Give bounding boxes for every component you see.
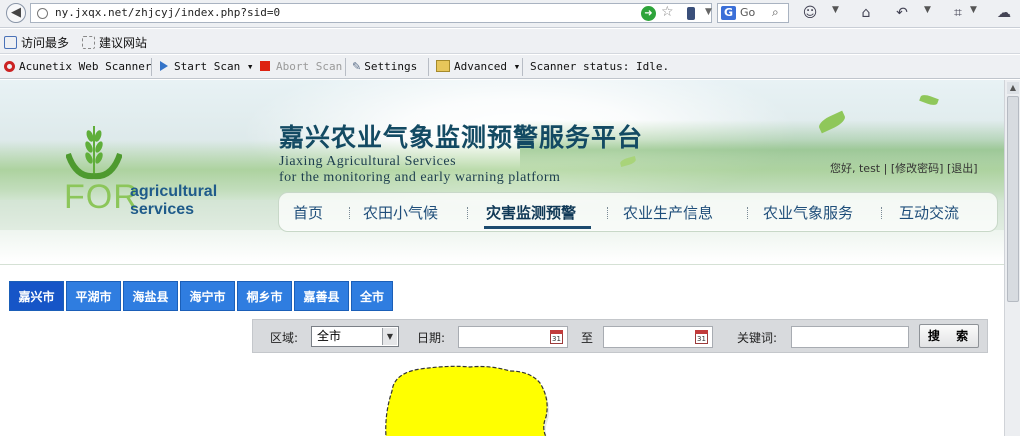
chevron-down-icon[interactable]: ▼ [924,5,931,15]
tab-all-city[interactable]: 全市 [351,281,393,311]
user-greeting: 您好, test [830,162,881,175]
tab-haining[interactable]: 海宁市 [180,281,235,311]
browser-toolbar: ◀ ny.jxqx.net/zhjcyj/index.php?sid=0 ➜ ☆… [0,0,1020,28]
change-password-link[interactable]: [修改密码] [891,162,944,175]
acunetix-logo[interactable]: Acunetix Web Scanner [4,60,151,73]
go-icon[interactable]: ➜ [641,6,656,21]
url-text: ny.jxqx.net/zhjcyj/index.php?sid=0 [55,6,281,19]
start-date-input[interactable]: 31 [458,326,568,348]
tab-tongxiang[interactable]: 桐乡市 [237,281,292,311]
wrench-icon: ✎ [352,60,362,73]
main-content: 嘉兴市 平湖市 海盐县 海宁市 桐乡市 嘉善县 全市 区域: 全市 ▼ 日期: … [0,264,1004,436]
crop-icon[interactable]: ⌗ [948,3,968,23]
home-icon[interactable]: ⌂ [856,3,876,23]
address-bar[interactable]: ny.jxqx.net/zhjcyj/index.php?sid=0 ➜ ☆ ▼… [30,3,732,23]
keyword-input[interactable] [791,326,909,348]
user-bar: 您好, test | [修改密码] [退出] [830,162,978,175]
bookmark-star-icon[interactable]: ☆ [661,4,674,20]
to-label: 至 [581,331,594,345]
acunetix-icon [4,61,15,72]
search-placeholder: Go [740,6,756,19]
advanced-icon [436,60,450,72]
search-engine-icon[interactable]: G [721,6,736,20]
nav-interaction[interactable]: 互动交流 [899,202,959,223]
play-icon [160,61,168,71]
chevron-down-icon[interactable]: ▼ [832,5,839,15]
bookmark-most-visited[interactable]: 访问最多 [4,34,69,51]
nav-disaster-warning[interactable]: 灾害监测预警 [486,202,576,223]
tab-jiaxing[interactable]: 嘉兴市 [9,281,64,311]
search-input[interactable]: G Go ⌕ [717,3,789,23]
region-label: 区域: [270,331,299,345]
nav-home[interactable]: 首页 [293,202,323,223]
search-button[interactable]: 搜 索 [919,324,979,348]
end-date-input[interactable]: 31 [603,326,713,348]
phone-icon[interactable] [687,7,695,20]
nav-agro-weather-service[interactable]: 农业气象服务 [763,202,853,223]
main-nav: 首页 农田小气候 灾害监测预警 农业生产信息 农业气象服务 互动交流 [278,192,998,232]
calendar-icon[interactable]: 31 [695,330,708,344]
tab-haiyan[interactable]: 海盐县 [123,281,178,311]
nav-field-microclimate[interactable]: 农田小气候 [363,202,438,223]
undo-icon[interactable]: ↶ [892,3,912,23]
tab-pinghu[interactable]: 平湖市 [66,281,121,311]
scanner-status: Scanner status: Idle. [530,60,670,73]
back-arrow-icon[interactable]: ◀ [6,3,26,23]
bookmark-icon [4,36,17,49]
advanced-button[interactable]: Advanced ▾ [436,60,520,73]
site-subtitle: Jiaxing Agricultural Services [279,154,457,169]
site-subtitle: for the monitoring and early warning pla… [279,170,561,185]
calendar-icon[interactable]: 31 [550,330,563,344]
bookmark-icon [82,36,95,49]
jiaxing-map[interactable] [380,361,580,436]
bookmark-suggested-sites[interactable]: 建议网站 [82,34,147,51]
leaf-decoration [919,93,939,107]
region-select[interactable]: 全市 ▼ [311,326,399,347]
acunetix-toolbar: Acunetix Web Scanner Start Scan ▾ Abort … [0,55,1020,79]
chat-icon[interactable]: ☁ [994,3,1014,23]
stop-icon [260,61,270,71]
page-viewport: FOR agricultural services 嘉兴农业气象监测预警服务平台… [0,80,1004,436]
logo-text: agricultural services [130,183,218,218]
page-scrollbar[interactable]: ▲ [1004,80,1020,436]
addon-icon[interactable]: ☺ [800,3,820,23]
tab-jiashan[interactable]: 嘉善县 [294,281,349,311]
nav-production-info[interactable]: 农业生产信息 [623,202,713,223]
chevron-down-icon[interactable]: ▼ [970,5,977,15]
keyword-label: 关键词: [737,331,778,345]
logo-for-text: FOR [64,178,139,216]
chevron-down-icon[interactable]: ▼ [382,328,397,345]
region-select-value: 全市 [317,329,342,343]
bookmarks-toolbar: 访问最多 建议网站 [0,29,1020,54]
scroll-up-icon[interactable]: ▲ [1007,82,1019,94]
magnifier-icon[interactable]: ⌕ [772,5,779,20]
active-nav-indicator [484,226,591,229]
date-label: 日期: [417,331,446,345]
logout-link[interactable]: [退出] [947,162,978,175]
site-title: 嘉兴农业气象监测预警服务平台 [279,123,644,152]
settings-button[interactable]: ✎ Settings [352,60,417,73]
abort-scan-button[interactable]: Abort Scan [260,60,342,73]
chevron-down-icon[interactable]: ▼ [705,7,712,17]
globe-icon [37,8,48,19]
header-banner: FOR agricultural services 嘉兴农业气象监测预警服务平台… [0,80,1004,262]
filter-bar: 区域: 全市 ▼ 日期: 31 至 31 关键词: 搜 索 [252,319,988,353]
scroll-thumb[interactable] [1007,96,1019,302]
start-scan-button[interactable]: Start Scan ▾ [160,60,253,73]
